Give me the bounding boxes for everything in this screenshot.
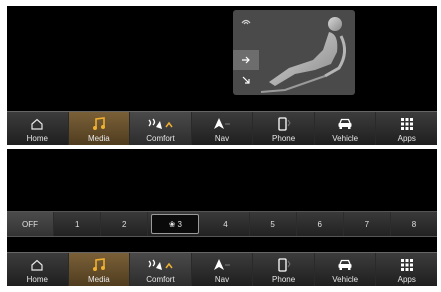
nav-bar: Home Media Comfort Nav Phone Vehicle App… [7, 111, 437, 145]
navigation-arrow-icon [214, 259, 231, 270]
fan-level-5[interactable]: 5 [250, 212, 297, 236]
fan-level-3[interactable]: ❀ 3 [151, 214, 200, 234]
fan-icon: ❀ [168, 219, 176, 229]
nav-label-apps: Apps [397, 134, 416, 143]
nav-item-home[interactable]: Home [7, 112, 69, 145]
climate-icon [148, 259, 174, 270]
phone-icon [277, 258, 291, 272]
nav-item-phone[interactable]: Phone [253, 253, 315, 286]
home-icon [31, 259, 43, 271]
nav-label-apps: Apps [397, 275, 416, 284]
nav-item-media[interactable]: Media [68, 112, 131, 145]
fan-level-7[interactable]: 7 [344, 212, 391, 236]
bottom-screen: OFF 1 2 ❀ 3 4 5 6 7 8 Home Media Comfort… [7, 149, 437, 286]
nav-item-vehicle[interactable]: Vehicle [315, 253, 377, 286]
nav-label-vehicle: Vehicle [332, 134, 359, 143]
fan-level-8[interactable]: 8 [391, 212, 437, 236]
nav-label-media: Media [87, 134, 110, 143]
nav-label-home: Home [26, 134, 48, 143]
seated-person-icon [260, 17, 346, 93]
nav-label-comfort: Comfort [146, 134, 175, 143]
nav-label-nav: Nav [214, 134, 230, 143]
nav-item-nav[interactable]: Nav [192, 112, 254, 145]
fan-level-3-label: 3 [177, 219, 182, 229]
nav-label-nav: Nav [214, 275, 230, 284]
apps-grid-icon [400, 259, 413, 271]
nav-label-phone: Phone [272, 275, 296, 284]
nav-item-nav[interactable]: Nav [192, 253, 254, 286]
nav-label-comfort: Comfort [146, 275, 175, 284]
nav-item-media[interactable]: Media [68, 253, 131, 286]
arrow-right-icon [242, 56, 250, 64]
nav-label-media: Media [87, 275, 110, 284]
seat-mode-popup [233, 10, 355, 95]
nav-item-apps[interactable]: Apps [376, 253, 437, 286]
climate-icon [148, 118, 174, 129]
nav-label-phone: Phone [272, 134, 296, 143]
top-screen: Home Media Comfort Nav Phone Vehicle App… [7, 6, 437, 145]
fan-level-1[interactable]: 1 [54, 212, 102, 236]
fan-level-6[interactable]: 6 [297, 212, 344, 236]
fan-off-button[interactable]: OFF [7, 212, 55, 236]
fan-level-4[interactable]: 4 [202, 212, 250, 236]
nav-label-home: Home [26, 275, 48, 284]
fan-level-2[interactable]: 2 [101, 212, 149, 236]
music-note-icon [92, 117, 105, 130]
fan-icon [241, 19, 251, 25]
nav-item-vehicle[interactable]: Vehicle [315, 112, 377, 145]
nav-item-home[interactable]: Home [7, 253, 69, 286]
arrow-down-right-icon [242, 76, 250, 84]
nav-item-comfort[interactable]: Comfort [130, 253, 192, 286]
nav-item-phone[interactable]: Phone [253, 112, 315, 145]
home-icon [31, 118, 43, 130]
apps-grid-icon [400, 118, 413, 130]
nav-label-vehicle: Vehicle [332, 275, 359, 284]
fan-speed-bar: OFF 1 2 ❀ 3 4 5 6 7 8 [7, 211, 437, 237]
nav-item-apps[interactable]: Apps [376, 112, 437, 145]
nav-bar: Home Media Comfort Nav Phone Vehicle App… [7, 252, 437, 286]
music-note-icon [92, 258, 105, 271]
phone-icon [277, 117, 291, 131]
nav-item-comfort[interactable]: Comfort [130, 112, 192, 145]
car-icon [338, 118, 352, 129]
navigation-arrow-icon [214, 118, 231, 129]
car-icon [338, 259, 352, 270]
